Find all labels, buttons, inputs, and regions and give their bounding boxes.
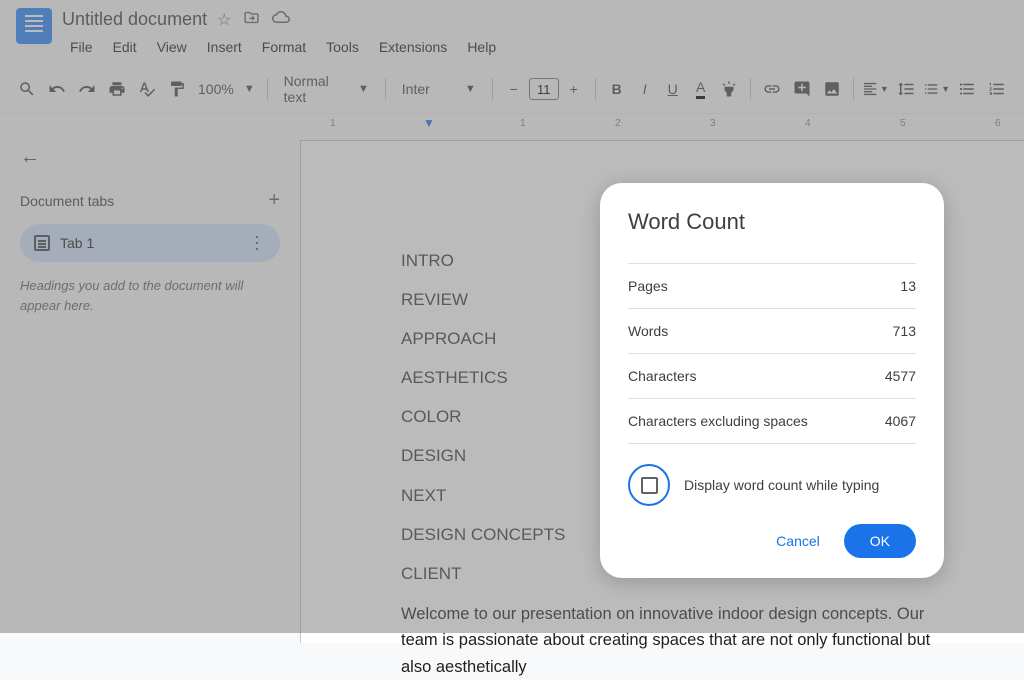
stat-value: 713 [893,323,916,339]
ok-button[interactable]: OK [844,524,916,558]
stat-row: Characters 4577 [628,353,916,398]
checkbox-label: Display word count while typing [684,477,879,493]
stat-row: Words 713 [628,308,916,353]
stat-value: 13 [900,278,916,294]
stat-row: Pages 13 [628,263,916,308]
stat-value: 4067 [885,413,916,429]
stat-value: 4577 [885,368,916,384]
stat-label: Words [628,323,668,339]
checkbox-focus-ring [628,464,670,506]
stat-row: Characters excluding spaces 4067 [628,398,916,444]
display-while-typing-checkbox[interactable] [641,477,658,494]
dialog-title: Word Count [628,209,916,235]
stat-label: Characters excluding spaces [628,413,808,429]
stat-label: Characters [628,368,696,384]
cancel-button[interactable]: Cancel [764,525,832,557]
stat-label: Pages [628,278,668,294]
word-count-dialog: Word Count Pages 13 Words 713 Characters 4577… [600,183,944,578]
